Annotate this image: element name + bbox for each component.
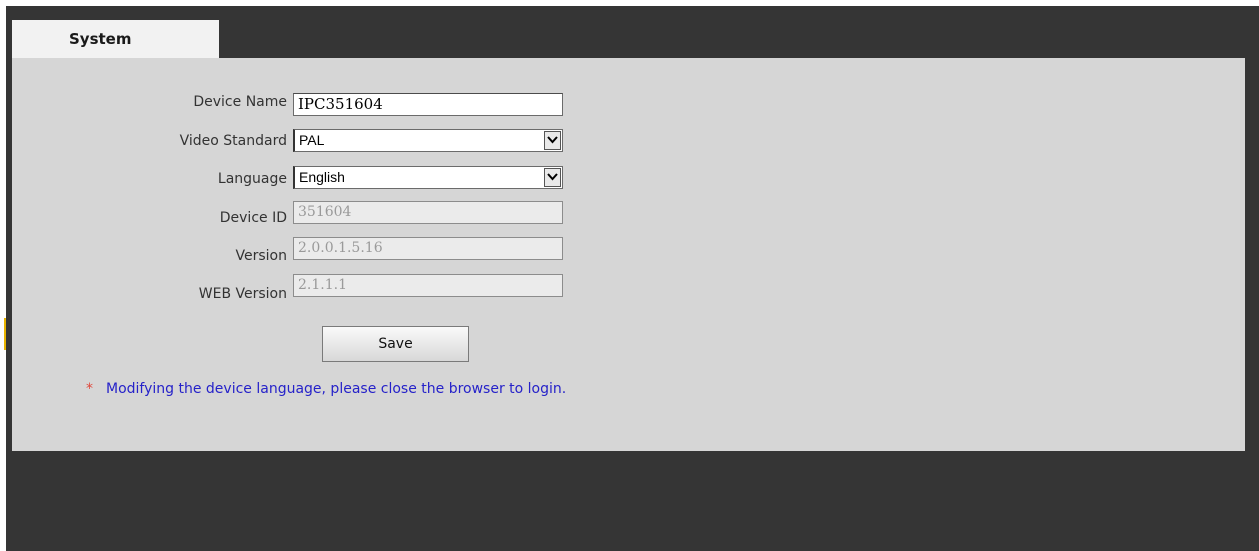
device-name-label: Device Name — [193, 94, 287, 110]
language-value: English — [299, 169, 345, 185]
save-button[interactable]: Save — [322, 326, 469, 362]
chevron-down-icon[interactable] — [544, 168, 561, 187]
device-id-label: Device ID — [219, 210, 287, 226]
note-asterisk: * — [86, 381, 93, 397]
side-accent-strip — [4, 318, 6, 350]
video-standard-value: PAL — [299, 132, 325, 148]
language-select[interactable]: English — [293, 166, 563, 189]
language-label: Language — [217, 171, 287, 187]
language-note: * Modifying the device language, please c… — [86, 381, 566, 397]
video-standard-select[interactable]: PAL — [293, 129, 563, 152]
version-field: 2.0.0.1.5.16 — [293, 237, 563, 260]
device-id-field: 351604 — [293, 201, 563, 224]
video-standard-label: Video Standard — [179, 133, 287, 149]
tab-system[interactable]: System — [12, 20, 219, 58]
tab-system-label: System — [69, 30, 132, 48]
chevron-down-icon[interactable] — [544, 131, 561, 150]
system-settings-panel: Device Name IPC351604 Video Standard PAL… — [12, 58, 1245, 451]
web-version-field: 2.1.1.1 — [293, 274, 563, 297]
web-version-label: WEB Version — [198, 286, 287, 302]
device-name-input[interactable]: IPC351604 — [293, 93, 563, 116]
version-label: Version — [235, 248, 287, 264]
note-text: Modifying the device language, please cl… — [106, 381, 567, 397]
